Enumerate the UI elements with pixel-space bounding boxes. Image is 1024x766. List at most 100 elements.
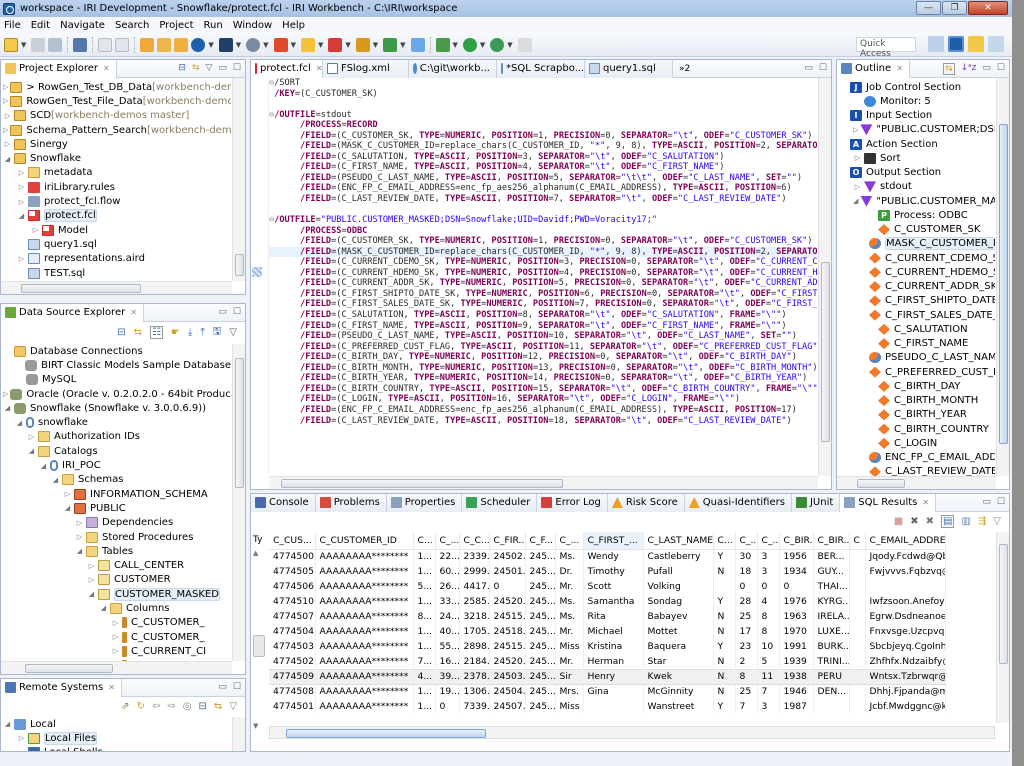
open-folder-icon[interactable] [174, 37, 189, 52]
iri-dropdown-icon[interactable]: ▼ [208, 41, 213, 49]
mask-icon[interactable] [328, 37, 343, 52]
table-cell[interactable]: N [713, 609, 736, 624]
column-header[interactable]: C_BIR... [779, 532, 814, 550]
table-cell[interactable]: 24503... [489, 668, 526, 685]
table-cell[interactable] [849, 668, 866, 685]
collapse-arrow-icon[interactable]: ◢ [15, 419, 24, 427]
table-cell[interactable]: BURK... [813, 639, 850, 654]
table-cell[interactable]: 245... [525, 684, 556, 699]
table-cell[interactable]: Wntsx.Tzbrwqr@Q [865, 668, 946, 685]
remote-tree-item[interactable]: Local Shells [3, 746, 231, 751]
table-cell[interactable]: Mottet [643, 624, 714, 639]
table-cell[interactable]: 60... [435, 564, 460, 579]
view-menu-icon[interactable]: ▽ [229, 327, 237, 338]
bottom-tab-scheduler[interactable]: Scheduler [462, 493, 538, 512]
table-cell[interactable]: AAAAAAAA******** [315, 668, 414, 685]
new-icon[interactable] [4, 37, 18, 52]
table-row[interactable]: 4774506AAAAAAAA********5...26...4417...0… [269, 579, 946, 594]
menu-edit[interactable]: Edit [31, 20, 50, 31]
table-cell[interactable]: Babayev [643, 609, 714, 624]
outline-tree-item[interactable]: P Process: ODBC [839, 208, 995, 222]
close-tab-icon[interactable]: ✕ [922, 498, 929, 507]
project-tree-item[interactable]: ▷ Schema_Pattern_Search [workbench-demos … [3, 123, 231, 137]
outline-tree-item[interactable]: C_FIRST_SALES_DATE_SK [839, 308, 995, 322]
table-cell[interactable]: 4774502 [269, 654, 316, 669]
project-tree-item[interactable]: ▷ Model [3, 223, 231, 237]
code-line[interactable]: /FIELD=(C_BIRTH_YEAR, TYPE=NUMERIC, POSI… [269, 373, 817, 384]
project-tree-item[interactable]: ▷ SCD [workbench-demos master] [3, 109, 231, 123]
table-cell[interactable]: Mr. [555, 654, 584, 669]
microscope-icon[interactable] [383, 37, 398, 52]
table-cell[interactable] [849, 624, 866, 639]
terminate-icon[interactable]: ■ [894, 516, 903, 527]
close-tab-icon[interactable]: ✕ [896, 64, 903, 73]
data-source-tree-item[interactable]: ◢ PUBLIC [3, 501, 231, 515]
code-line[interactable] [269, 99, 817, 110]
table-cell[interactable]: 245... [525, 654, 556, 669]
data-source-tree-item[interactable]: ◢ IRI_POC [3, 458, 231, 472]
expand-arrow-icon[interactable]: ▷ [853, 183, 862, 191]
table-cell[interactable]: 30 [735, 549, 758, 564]
open-perspective-icon[interactable] [928, 36, 944, 52]
collapse-arrow-icon[interactable]: ◢ [51, 476, 60, 484]
expand-arrow-icon[interactable]: ▷ [3, 126, 8, 134]
data-source-tree-item[interactable]: ▷ Dependencies [3, 516, 231, 530]
table-cell[interactable]: 1306... [459, 684, 490, 699]
column-header[interactable]: C_CUSTOMER_ID [315, 532, 414, 550]
table-cell[interactable]: 25 [735, 609, 758, 624]
outline-tree-item[interactable]: C_LOGIN [839, 436, 995, 450]
view-menu-icon[interactable]: ▽ [229, 701, 237, 712]
editor-hscroll[interactable] [269, 476, 818, 489]
table-cell[interactable]: AAAAAAAA******** [315, 579, 414, 594]
table-cell[interactable]: 4... [413, 668, 436, 685]
outline-vscroll[interactable] [996, 78, 1009, 476]
project-tree-item[interactable]: query1.sql [3, 237, 231, 251]
table-cell[interactable]: Y [713, 699, 736, 713]
expand-arrow-icon[interactable]: ▷ [63, 490, 72, 498]
project-tree-item[interactable]: ◢ Snowflake [3, 151, 231, 165]
project-tree-hscroll[interactable] [1, 281, 232, 294]
expand-arrow-icon[interactable]: ▷ [31, 226, 40, 234]
table-cell[interactable]: Wanstreet [643, 699, 714, 713]
table-cell[interactable]: Zhfhfx.Ndzaibfy@ [865, 654, 946, 669]
collapse-arrow-icon[interactable]: ◢ [17, 212, 26, 220]
flow-icon[interactable] [355, 37, 370, 52]
outline-tree-item[interactable]: O Output Section [839, 166, 995, 180]
outline-tree-item[interactable]: C_CURRENT_ADDR_SK [839, 280, 995, 294]
connect-icon[interactable]: ☛ [171, 327, 180, 338]
data-source-tree-item[interactable]: ▷ CALL_CENTER [3, 558, 231, 572]
editor-tab[interactable]: C:\git\workb... [409, 59, 497, 78]
maximize-view-icon[interactable]: ☐ [233, 682, 241, 692]
data-source-tree-item[interactable]: ◢ snowflake [3, 415, 231, 429]
table-row[interactable]: 4774508AAAAAAAA********1...19...1306...2… [269, 684, 946, 699]
table-cell[interactable]: 33... [435, 594, 460, 609]
remote-tree-item[interactable]: ▷ Local Files [3, 731, 231, 745]
table-cell[interactable]: 55... [435, 639, 460, 654]
table-cell[interactable]: 8 [757, 609, 780, 624]
table-cell[interactable]: 18 [735, 564, 758, 579]
outline-tree-item[interactable]: ◢ "PUBLIC.CUSTOMER_MASKE [839, 194, 995, 208]
table-cell[interactable]: 24520... [489, 594, 526, 609]
forward-icon[interactable]: ⇨ [167, 701, 175, 712]
project-tree-item[interactable]: ▷ RowGen_Test_File_Data [workbench-demos … [3, 94, 231, 108]
table-cell[interactable]: 2898... [459, 639, 490, 654]
minimize-view-icon[interactable]: ▭ [218, 307, 227, 317]
code-line[interactable]: ⊖/OUTFILE=stdout [269, 110, 817, 121]
table-cell[interactable]: Sondag [643, 594, 714, 609]
export-icon[interactable]: ⤒ [200, 327, 204, 338]
outline-tree-item[interactable]: C_CURRENT_HDEMO_SK [839, 265, 995, 279]
expand-arrow-icon[interactable]: ▷ [853, 126, 858, 134]
table-cell[interactable]: 7339... [459, 699, 490, 713]
data-source-tree-item[interactable]: MySQL [3, 373, 231, 387]
mask-dropdown-icon[interactable]: ▼ [345, 41, 350, 49]
table-cell[interactable]: AAAAAAAA******** [315, 549, 414, 564]
save-all-icon[interactable] [48, 37, 63, 52]
collapse-arrow-icon[interactable]: ◢ [99, 604, 108, 612]
table-cell[interactable]: 26... [435, 579, 460, 594]
table-cell[interactable] [813, 699, 850, 713]
redo-icon[interactable] [115, 37, 130, 52]
table-cell[interactable]: 4774503 [269, 639, 316, 654]
project-tree-item[interactable]: TEST.sql [3, 266, 231, 280]
column-header[interactable]: C_... [735, 532, 758, 550]
code-line[interactable]: /FIELD=(C_FIRST_NAME, TYPE=ASCII, POSITI… [269, 321, 817, 332]
